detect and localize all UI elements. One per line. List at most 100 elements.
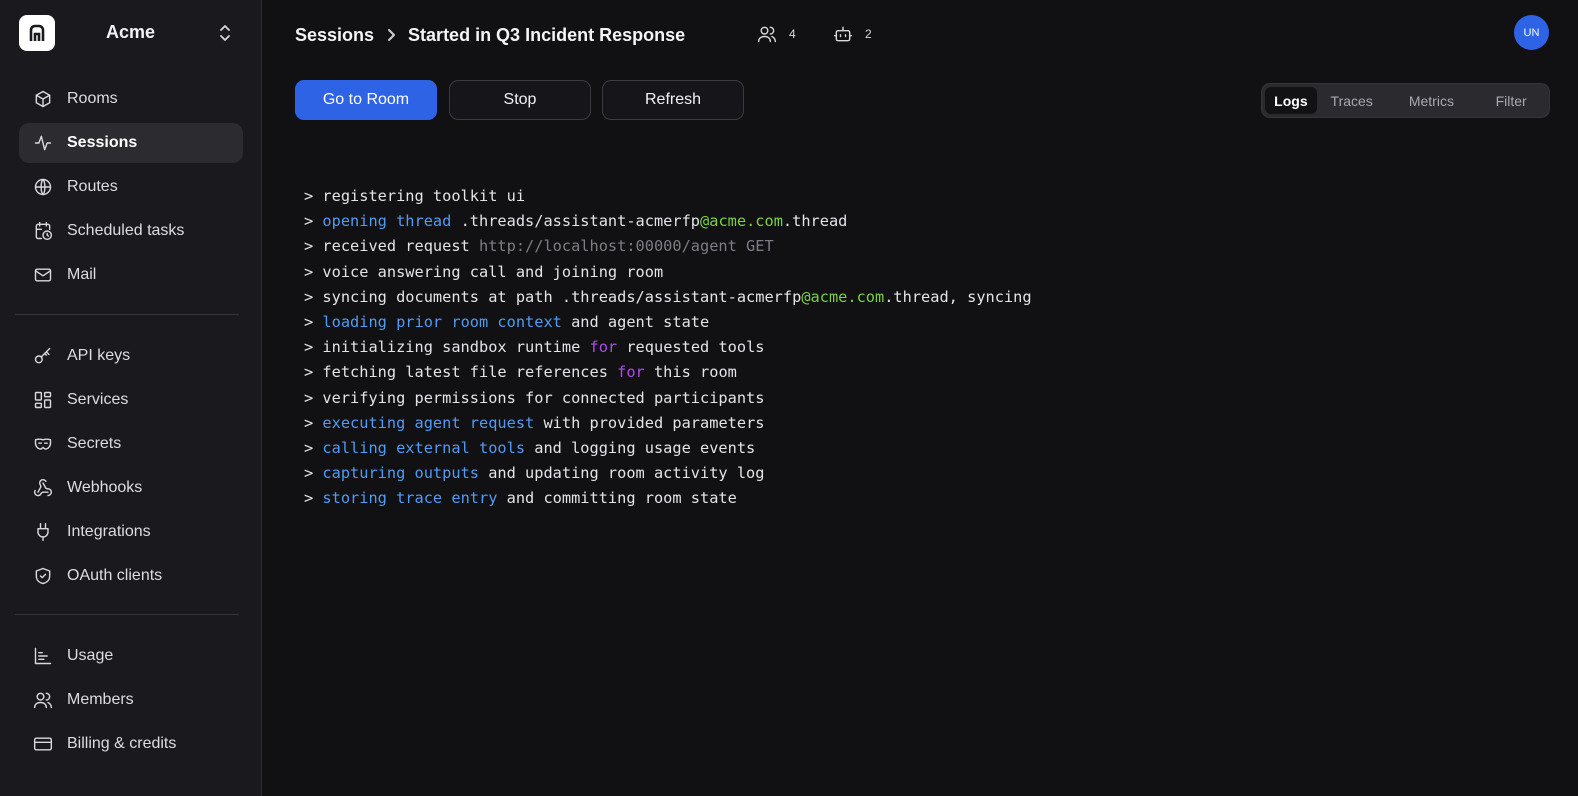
tab-logs[interactable]: Logs	[1265, 87, 1317, 114]
log-segment: @acme.com	[700, 212, 783, 231]
log-segment: for	[617, 363, 645, 382]
log-line: > initializing sandbox runtime for reque…	[304, 335, 1032, 360]
breadcrumb-root[interactable]: Sessions	[295, 25, 374, 46]
mask-icon	[33, 434, 53, 454]
log-output: > registering toolkit ui > opening thread…	[304, 184, 1032, 512]
webhook-icon	[33, 478, 53, 498]
sidebar-item-label: Routes	[67, 178, 118, 195]
log-line: > calling external tools and logging usa…	[304, 436, 1032, 461]
log-line: > registering toolkit ui	[304, 184, 1032, 209]
sidebar-divider	[15, 614, 239, 615]
log-segment: this room	[644, 363, 737, 382]
sidebar-item-members[interactable]: Members	[19, 680, 243, 720]
chevron-up-down-icon[interactable]	[216, 22, 234, 44]
participants-count-value: 4	[789, 27, 796, 41]
log-segment: calling external tools	[322, 439, 526, 458]
mail-icon	[33, 265, 53, 285]
log-line: > syncing documents at path .threads/ass…	[304, 285, 1032, 310]
breadcrumb: Sessions Started in Q3 Incident Response	[295, 22, 685, 48]
sidebar-item-api-keys[interactable]: API keys	[19, 336, 243, 376]
sidebar-item-label: Mail	[67, 266, 97, 283]
sidebar-item-secrets[interactable]: Secrets	[19, 424, 243, 464]
sidebar-item-label: Usage	[67, 647, 114, 664]
grid-icon	[33, 390, 53, 410]
tab-metrics[interactable]: Metrics	[1387, 87, 1477, 114]
log-segment: @acme.com	[801, 287, 885, 306]
agents-count[interactable]: 2	[833, 22, 872, 46]
log-segment: > received request	[304, 237, 479, 256]
sidebar-item-label: Sessions	[67, 134, 138, 151]
plug-icon	[33, 522, 53, 542]
log-segment: >	[304, 464, 323, 483]
log-segment: .thread	[782, 212, 848, 231]
log-segment: >	[304, 313, 323, 332]
log-segment: >	[304, 439, 323, 458]
stop-button[interactable]: Stop	[449, 80, 591, 120]
app-logo	[19, 15, 55, 51]
log-segment: requested tools	[617, 338, 765, 357]
log-line: > executing agent request with provided …	[304, 411, 1032, 436]
sidebar-item-routes[interactable]: Routes	[19, 167, 243, 207]
key-icon	[33, 346, 53, 366]
log-segment: .thread, syncing	[884, 287, 1032, 306]
sidebar-item-oauth-clients[interactable]: OAuth clients	[19, 556, 243, 596]
sidebar-item-label: Secrets	[67, 435, 122, 452]
log-segment: for	[589, 338, 618, 357]
tab-traces[interactable]: Traces	[1317, 87, 1387, 114]
log-segment: > voice answering call and joining room	[304, 262, 664, 281]
go-to-room-button[interactable]: Go to Room	[295, 80, 437, 120]
sidebar-item-sessions[interactable]: Sessions	[19, 123, 243, 163]
chevron-right-icon	[384, 28, 398, 42]
sidebar-item-webhooks[interactable]: Webhooks	[19, 468, 243, 508]
sidebar-item-label: Billing & credits	[67, 735, 177, 752]
shield-icon	[33, 566, 53, 586]
log-segment: storing trace entry	[322, 489, 498, 508]
credit-card-icon	[33, 734, 53, 754]
log-line: > storing trace entry and committing roo…	[304, 486, 1032, 511]
activity-icon	[33, 133, 53, 153]
sidebar-item-mail[interactable]: Mail	[19, 255, 243, 295]
log-segment: > registering toolkit ui	[304, 187, 526, 205]
avatar-initials: UN	[1523, 26, 1540, 39]
page-title: Started in Q3 Incident Response	[408, 24, 686, 45]
calendar-clock-icon	[33, 221, 53, 241]
log-line: > opening thread .threads/assistant-acme…	[304, 209, 1032, 234]
sidebar-item-label: Scheduled tasks	[67, 222, 185, 239]
log-segment: >	[304, 413, 323, 432]
participants-count[interactable]: 4	[757, 22, 796, 46]
sidebar-item-integrations[interactable]: Integrations	[19, 512, 243, 552]
log-segment: and logging usage events	[525, 439, 756, 458]
sidebar-item-services[interactable]: Services	[19, 380, 243, 420]
log-segment: capturing outputs	[322, 464, 479, 483]
log-segment: opening thread	[322, 212, 452, 231]
sidebar-item-label: OAuth clients	[67, 567, 163, 584]
sidebar-item-label: Integrations	[67, 523, 151, 540]
view-tabs: Logs Traces Metrics Filter	[1261, 83, 1550, 118]
log-segment: > syncing documents at path .threads/ass…	[304, 287, 802, 306]
sidebar: Acme Rooms Sessions Routes Scheduled tas…	[0, 0, 262, 796]
log-segment: and committing room state	[497, 489, 737, 508]
agents-count-value: 2	[865, 27, 872, 41]
sidebar-item-billing[interactable]: Billing & credits	[19, 724, 243, 764]
globe-icon	[33, 177, 53, 197]
sidebar-divider	[15, 314, 239, 315]
sidebar-item-label: Services	[67, 391, 129, 408]
log-line: > capturing outputs and updating room ac…	[304, 461, 1032, 486]
bar-chart-icon	[33, 646, 53, 666]
cube-icon	[33, 89, 53, 109]
log-line: > fetching latest file references for th…	[304, 360, 1032, 385]
sidebar-item-usage[interactable]: Usage	[19, 636, 243, 676]
refresh-button[interactable]: Refresh	[602, 80, 744, 120]
org-switcher[interactable]: Acme	[19, 14, 245, 52]
tab-filter[interactable]: Filter	[1476, 87, 1546, 114]
avatar[interactable]: UN	[1514, 15, 1549, 50]
log-segment: > fetching latest file references	[304, 363, 618, 382]
log-line: > voice answering call and joining room	[304, 260, 1032, 285]
log-segment: > verifying permissions for connected pa…	[304, 388, 765, 407]
sidebar-item-label: Rooms	[67, 90, 118, 107]
log-segment: >	[304, 212, 323, 231]
sidebar-item-scheduled-tasks[interactable]: Scheduled tasks	[19, 211, 243, 251]
bot-icon	[833, 26, 853, 42]
sidebar-item-rooms[interactable]: Rooms	[19, 79, 243, 119]
log-segment: >	[304, 489, 323, 508]
